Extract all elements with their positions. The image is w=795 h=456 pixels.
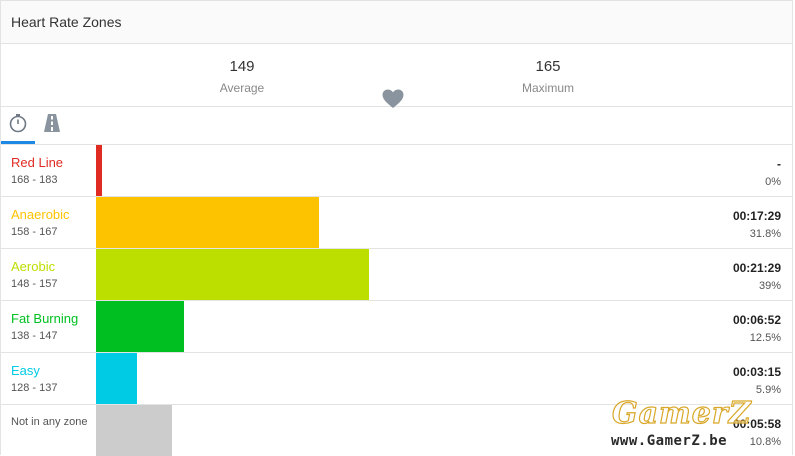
heart-rate-summary: 149 Average 165 Maximum [1, 44, 792, 109]
zone-range: 168 - 183 [11, 174, 58, 186]
zone-time: 00:06:52 [732, 313, 781, 327]
zone-row: Red Line 168 - 183 - 0% [1, 145, 792, 197]
zone-time: 00:17:29 [732, 209, 781, 223]
zone-range: 148 - 157 [11, 278, 58, 290]
zone-row: Anaerobic 158 - 167 00:17:29 31.8% [1, 197, 792, 249]
zone-range: 128 - 137 [11, 382, 58, 394]
watermark-url: www.GamerZ.be [611, 433, 728, 449]
heart-icon [382, 89, 404, 109]
zone-name: Fat Burning [11, 311, 79, 326]
maximum-stat: 165 Maximum [488, 58, 608, 95]
tab-time[interactable] [1, 107, 35, 144]
zone-percent: 31.8% [749, 228, 781, 240]
heart-rate-zones-panel: Heart Rate Zones 149 Average 165 Maximum [0, 0, 793, 456]
average-stat: 149 Average [182, 58, 302, 95]
watermark-logo: GamerZ [611, 395, 752, 431]
zone-name: Easy [11, 363, 40, 378]
maximum-label: Maximum [521, 81, 574, 95]
zone-time: - [777, 157, 781, 171]
zone-percent: 39% [758, 280, 781, 292]
zone-bar [96, 301, 184, 352]
zone-bar [96, 249, 369, 300]
zone-name: Red Line [11, 155, 64, 170]
road-icon [41, 113, 63, 138]
view-tabs [1, 107, 792, 145]
zone-percent: 5.9% [755, 384, 781, 396]
zone-time: 00:21:29 [732, 261, 781, 275]
zone-range: 138 - 147 [11, 330, 58, 342]
zone-name: Aerobic [11, 259, 56, 274]
zone-row: Aerobic 148 - 157 00:21:29 39% [1, 249, 792, 301]
zone-range: 158 - 167 [11, 226, 58, 238]
maximum-value: 165 [535, 58, 561, 75]
zone-row: Fat Burning 138 - 147 00:06:52 12.5% [1, 301, 792, 353]
zone-name: Anaerobic [11, 207, 70, 222]
zone-percent: 12.5% [749, 332, 781, 344]
average-label: Average [219, 81, 265, 95]
zone-bar [96, 353, 137, 404]
panel-title: Heart Rate Zones [11, 14, 122, 30]
gamerz-watermark: GamerZ www.GamerZ.be [606, 395, 786, 452]
average-value: 149 [229, 58, 255, 75]
stopwatch-icon [8, 113, 28, 138]
zone-bar [96, 197, 319, 248]
zone-bar [96, 405, 172, 456]
panel-header: Heart Rate Zones [1, 1, 792, 44]
zone-bar [96, 145, 102, 196]
zone-name: Not in any zone [11, 416, 88, 428]
zone-percent: 0% [765, 176, 781, 188]
tab-distance[interactable] [35, 107, 69, 143]
zone-time: 00:03:15 [732, 365, 781, 379]
